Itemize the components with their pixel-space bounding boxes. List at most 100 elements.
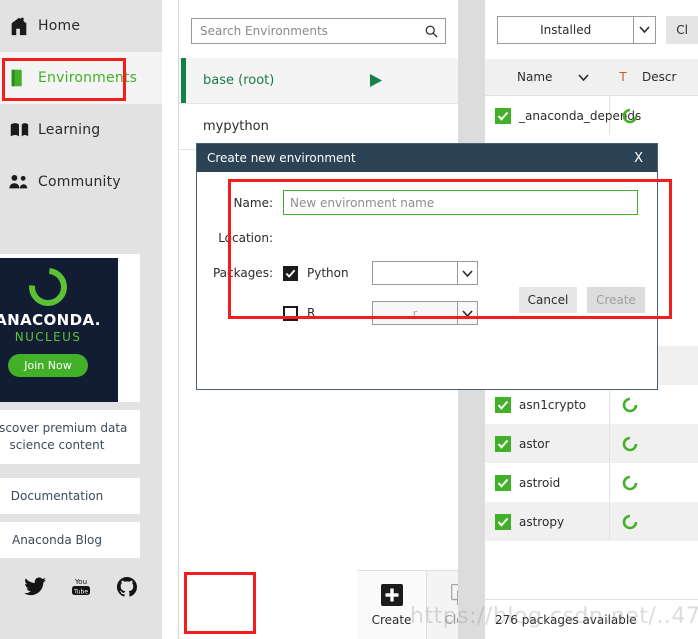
anaconda-navigator-window: Home Environments Learning Community ANA… bbox=[0, 0, 698, 639]
dialog-create-button: Create bbox=[587, 287, 645, 313]
dialog-cancel-button[interactable]: Cancel bbox=[519, 287, 577, 313]
create-button[interactable]: Create bbox=[357, 571, 427, 639]
chevron-down-icon[interactable] bbox=[633, 16, 655, 43]
promo-product: NUCLEUS bbox=[14, 330, 82, 344]
spinner-icon bbox=[610, 436, 650, 452]
r-package-option: R r bbox=[283, 301, 478, 325]
package-name: astroid bbox=[519, 475, 561, 490]
plus-icon bbox=[380, 583, 403, 606]
packages-label: Packages: bbox=[212, 266, 273, 280]
environment-name: mypython bbox=[203, 119, 269, 134]
package-filter-value: Installed bbox=[540, 22, 592, 37]
environment-name-input[interactable] bbox=[283, 190, 638, 215]
spinner-icon bbox=[610, 475, 650, 491]
nucleus-promo-card[interactable]: ANACONDA. NUCLEUS Join Now bbox=[0, 254, 140, 402]
package-checkbox[interactable] bbox=[495, 435, 511, 452]
search-box[interactable] bbox=[191, 18, 446, 44]
python-label: Python bbox=[307, 266, 349, 280]
package-checkbox[interactable] bbox=[495, 107, 511, 124]
anaconda-blog-link[interactable]: Anaconda Blog bbox=[0, 522, 140, 558]
create-environment-dialog: Create new environment X Name: Location:… bbox=[196, 143, 658, 390]
package-row[interactable]: asn1crypto bbox=[485, 385, 698, 424]
svg-text:You: You bbox=[74, 578, 87, 586]
nucleus-promo-inner: ANACONDA. NUCLEUS Join Now bbox=[0, 258, 118, 402]
home-icon bbox=[8, 15, 30, 37]
package-checkbox[interactable] bbox=[495, 513, 511, 530]
name-label: Name: bbox=[233, 195, 273, 210]
spinner-icon bbox=[610, 514, 650, 530]
sidebar-item-label: Community bbox=[38, 174, 121, 190]
github-icon[interactable] bbox=[115, 575, 139, 599]
sidebar-item-environments[interactable]: Environments bbox=[0, 52, 162, 104]
package-name-cell: astropy bbox=[485, 502, 610, 541]
environment-name: base (root) bbox=[203, 73, 275, 88]
r-checkbox[interactable] bbox=[283, 305, 298, 321]
annotation-box-create bbox=[184, 572, 256, 634]
package-row[interactable]: astor bbox=[485, 424, 698, 463]
column-header-type[interactable]: T bbox=[610, 70, 636, 84]
social-links: You Tube bbox=[0, 575, 162, 599]
close-icon[interactable]: X bbox=[630, 151, 647, 166]
sidebar-item-home[interactable]: Home bbox=[0, 0, 162, 52]
python-version-select[interactable] bbox=[372, 261, 478, 285]
dialog-title: Create new environment bbox=[207, 151, 356, 165]
package-filter-select[interactable]: Installed bbox=[497, 15, 657, 44]
join-now-button[interactable]: Join Now bbox=[8, 354, 88, 377]
search-input[interactable] bbox=[192, 19, 445, 43]
sidebar-item-community[interactable]: Community bbox=[0, 156, 162, 208]
sidebar: Home Environments Learning Community ANA… bbox=[0, 0, 162, 639]
sidebar-item-label: Environments bbox=[38, 70, 138, 86]
channels-button[interactable]: Cl bbox=[666, 15, 698, 44]
package-row[interactable]: astroid bbox=[485, 463, 698, 502]
sidebar-item-label: Learning bbox=[38, 122, 101, 138]
sidebar-item-learning[interactable]: Learning bbox=[0, 104, 162, 156]
r-version-select[interactable]: r bbox=[372, 301, 478, 325]
anaconda-logo-icon bbox=[21, 260, 75, 314]
column-header-description[interactable]: Descr bbox=[636, 70, 698, 84]
packages-python-row: Packages: Python bbox=[197, 261, 657, 285]
packages-toolbar: Installed Cl bbox=[485, 0, 698, 59]
package-name-cell: asn1crypto bbox=[485, 385, 610, 424]
promo-subtitle: Discover premium data science content bbox=[0, 410, 140, 464]
column-header-name[interactable]: Name bbox=[485, 70, 610, 84]
r-version-value: r bbox=[412, 306, 418, 320]
chevron-down-icon[interactable] bbox=[457, 302, 477, 324]
promo-brand: ANACONDA. bbox=[0, 311, 101, 329]
youtube-icon[interactable]: You Tube bbox=[69, 575, 93, 599]
chevron-down-icon[interactable] bbox=[457, 262, 477, 284]
spinner-icon bbox=[610, 397, 650, 413]
sidebar-item-label: Home bbox=[38, 18, 81, 34]
learning-icon bbox=[8, 119, 30, 141]
location-field-row: Location: bbox=[197, 231, 657, 245]
packages-count-status: 276 packages available bbox=[485, 599, 698, 639]
packages-table-header: Name T Descr bbox=[485, 59, 698, 96]
chevron-down-icon[interactable] bbox=[578, 70, 590, 84]
spinner-icon bbox=[610, 108, 650, 124]
package-name-cell: astor bbox=[485, 424, 610, 463]
dialog-body: Name: Location: Packages: Python bbox=[197, 172, 657, 325]
package-name-cell: astroid bbox=[485, 463, 610, 502]
dialog-title-bar: Create new environment X bbox=[197, 144, 657, 172]
package-name-cell: _anaconda_depends bbox=[485, 96, 641, 135]
community-icon bbox=[8, 171, 30, 193]
python-checkbox[interactable] bbox=[283, 265, 298, 281]
package-checkbox[interactable] bbox=[495, 396, 511, 413]
search-icon[interactable] bbox=[424, 24, 439, 39]
documentation-link[interactable]: Documentation bbox=[0, 478, 140, 514]
dialog-actions: Cancel Create bbox=[519, 287, 645, 313]
search-area bbox=[179, 0, 458, 58]
location-label: Location: bbox=[218, 231, 273, 245]
twitter-icon[interactable] bbox=[23, 575, 47, 599]
r-label: R bbox=[307, 306, 316, 320]
svg-text:Tube: Tube bbox=[73, 588, 88, 595]
package-row[interactable]: _anaconda_depends bbox=[485, 96, 698, 135]
column-header-name-label: Name bbox=[517, 70, 553, 84]
name-field-row: Name: bbox=[197, 190, 657, 215]
python-package-option: Python bbox=[283, 261, 478, 285]
environment-row-base[interactable]: base (root) bbox=[179, 58, 458, 104]
package-checkbox[interactable] bbox=[495, 474, 511, 491]
environments-icon bbox=[8, 67, 30, 89]
package-name: astropy bbox=[519, 514, 565, 529]
play-icon[interactable] bbox=[369, 73, 383, 88]
package-row[interactable]: astropy bbox=[485, 502, 698, 541]
